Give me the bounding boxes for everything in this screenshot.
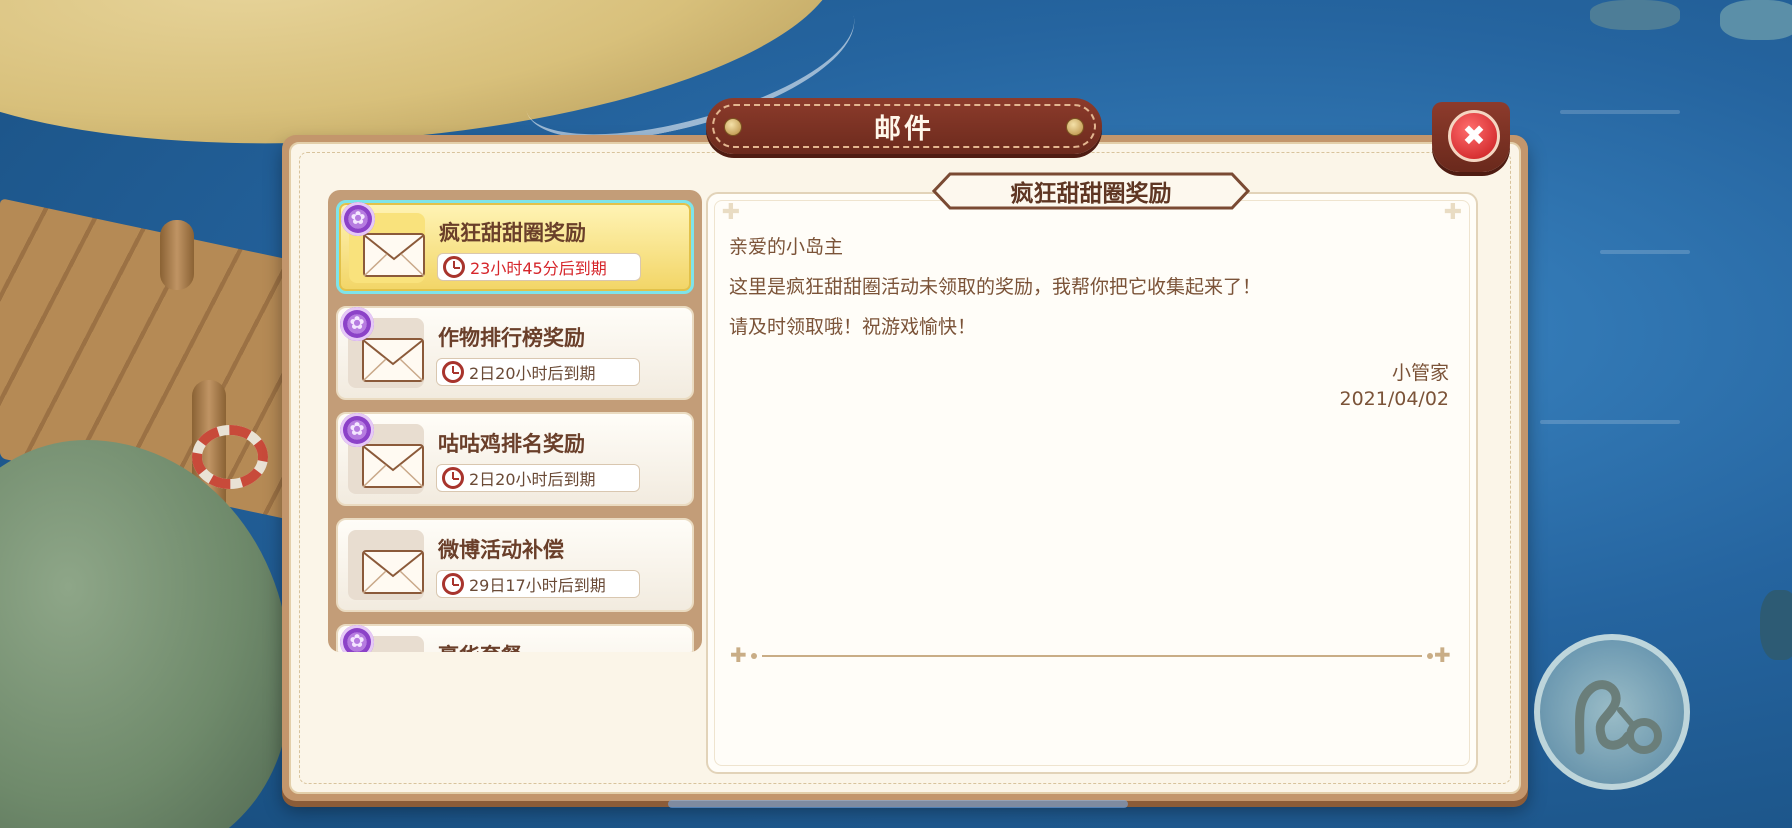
mail-item[interactable]: ✿ 豪华套餐	[336, 624, 694, 652]
mail-item-selected[interactable]: ✿ 疯狂甜甜圈奖励 23小时45分后到期	[336, 200, 694, 294]
fishing-action-button[interactable]	[1534, 634, 1690, 790]
mail-list[interactable]: ✿ 疯狂甜甜圈奖励 23小时45分后到期 ✿ 作物排行榜奖励 2日20小时后到期	[328, 190, 702, 652]
gear-icon: ✿	[341, 202, 375, 236]
mail-date: 2021/04/02	[1339, 388, 1449, 410]
mail-item[interactable]: ✿ 咕咕鸡排名奖励 2日20小时后到期	[336, 412, 694, 506]
home-indicator	[668, 800, 1128, 808]
mail-sender: 小管家	[1391, 362, 1449, 384]
water-ripple	[1540, 420, 1680, 424]
mail-item[interactable]: 微博活动补偿 29日17小时后到期	[336, 518, 694, 612]
screw-icon	[724, 118, 742, 136]
envelope-box	[348, 530, 424, 600]
expire-text: 2日20小时后到期	[469, 470, 596, 489]
life-ring	[192, 425, 268, 489]
expire-text: 23小时45分后到期	[470, 259, 607, 278]
gear-icon: ✿	[340, 625, 374, 652]
water-ripple	[1560, 110, 1680, 114]
mail-title-banner: 邮件	[706, 98, 1102, 154]
fishing-rod-icon	[1575, 680, 1662, 755]
dock-post	[160, 220, 194, 290]
expire-badge: 2日20小时后到期	[436, 464, 640, 492]
water-ripple	[1600, 250, 1690, 254]
mail-item-title: 咕咕鸡排名奖励	[438, 432, 585, 456]
expire-badge: 29日17小时后到期	[436, 570, 640, 598]
mail-item-title: 作物排行榜奖励	[438, 326, 585, 350]
gear-icon: ✿	[340, 413, 374, 447]
svg-text:✚: ✚	[730, 646, 747, 666]
screw-icon	[1066, 118, 1084, 136]
mail-item-title: 疯狂甜甜圈奖励	[439, 221, 586, 245]
expire-badge: 23小时45分后到期	[437, 253, 641, 281]
expire-text: 2日20小时后到期	[469, 364, 596, 383]
expire-text: 29日17小时后到期	[469, 576, 606, 595]
mail-item-title: 微博活动补偿	[438, 538, 564, 562]
alarm-clock-icon	[442, 361, 464, 383]
page-title: 邮件	[874, 113, 934, 145]
svg-text:✚: ✚	[1434, 646, 1451, 666]
close-button[interactable]: ✖	[1448, 110, 1500, 162]
mail-item[interactable]: ✿ 作物排行榜奖励 2日20小时后到期	[336, 306, 694, 400]
gear-icon: ✿	[340, 307, 374, 341]
envelope-icon	[363, 233, 425, 277]
mail-greeting: 亲爱的小岛主	[729, 236, 844, 258]
sea-stone	[1720, 0, 1792, 40]
close-icon: ✖	[1462, 119, 1486, 152]
corner-ornament-icon: ✚	[1443, 200, 1463, 225]
envelope-icon	[362, 550, 424, 594]
sea-stone	[1590, 0, 1680, 30]
sea-stone	[1760, 590, 1792, 660]
mail-list-scroll[interactable]: ✿ 疯狂甜甜圈奖励 23小时45分后到期 ✿ 作物排行榜奖励 2日20小时后到期	[328, 190, 702, 652]
envelope-icon	[362, 444, 424, 488]
alarm-clock-icon	[442, 467, 464, 489]
alarm-clock-icon	[443, 256, 465, 278]
mail-item-title: 豪华套餐	[438, 640, 522, 652]
corner-ornament-icon: ✚	[721, 200, 741, 225]
mail-detail-title: 疯狂甜甜圈奖励	[1010, 181, 1172, 207]
section-divider: ✚ ✚	[730, 646, 1451, 666]
expire-badge: 2日20小时后到期	[436, 358, 640, 386]
envelope-icon	[362, 338, 424, 382]
mail-body-line: 请及时领取哦！祝游戏愉快！	[729, 316, 977, 338]
alarm-clock-icon	[442, 573, 464, 595]
mail-body-line: 这里是疯狂甜甜圈活动未领取的奖励，我帮你把它收集起来了！	[729, 276, 1262, 298]
